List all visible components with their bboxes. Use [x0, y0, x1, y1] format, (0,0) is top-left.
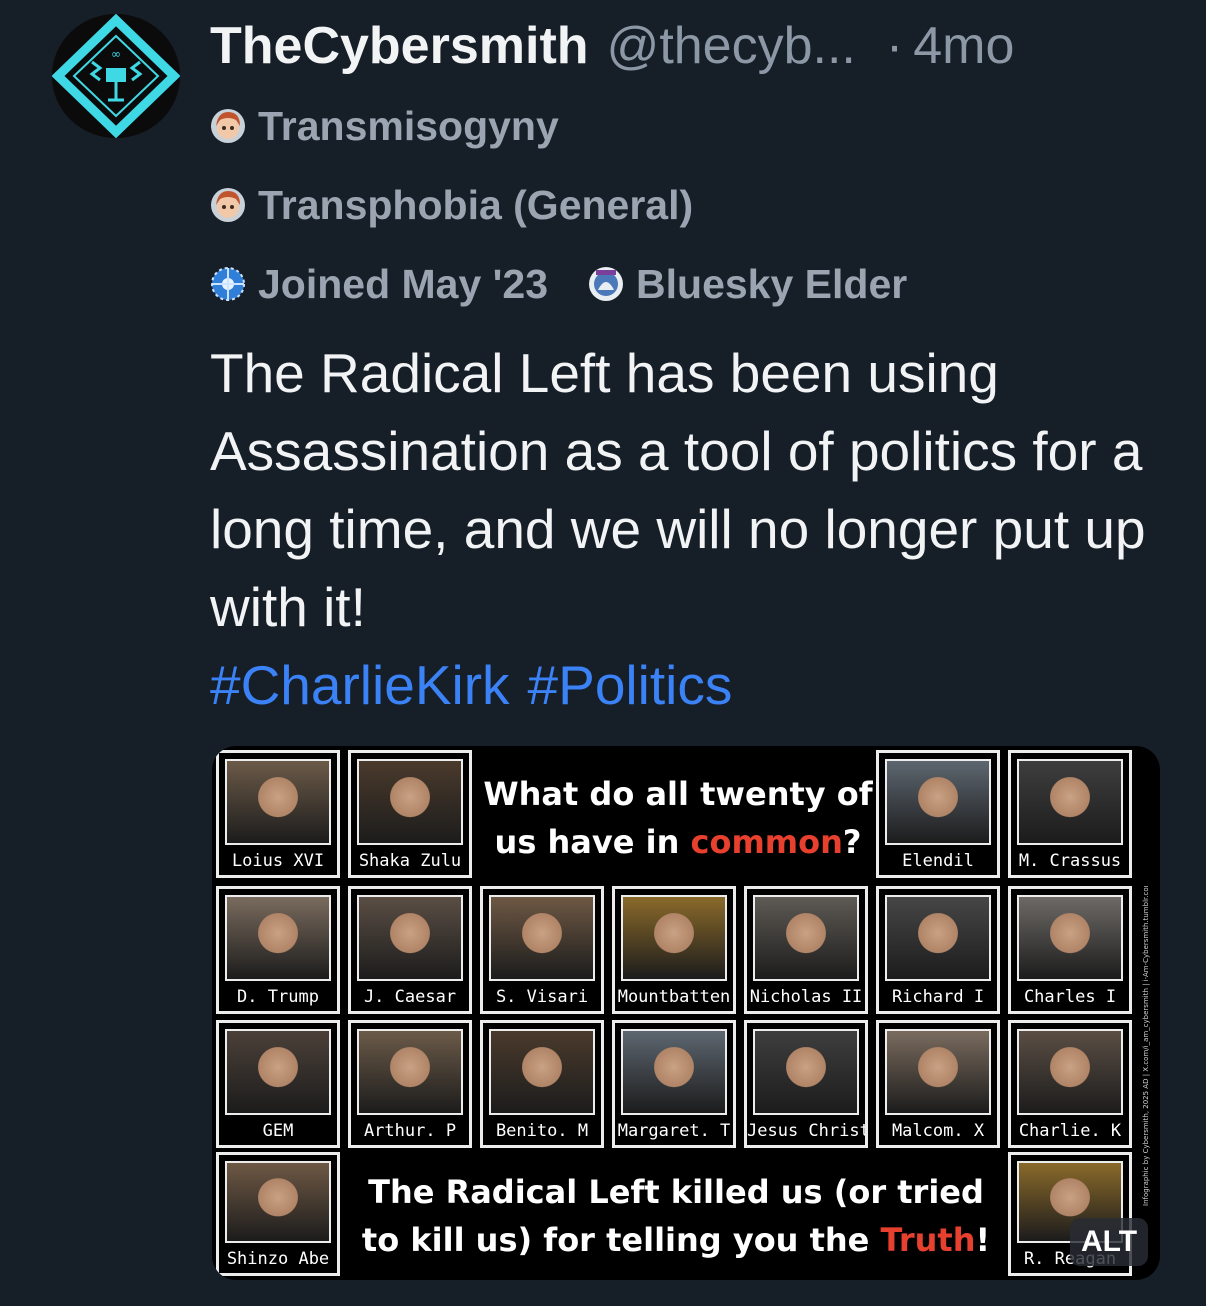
anime-avatar-icon: [211, 109, 245, 143]
portrait-tile: D. Trump: [216, 886, 340, 1014]
post-text: The Radical Left has been using Assassin…: [210, 334, 1170, 724]
portrait-caption: Jesus Christ: [747, 1121, 865, 1141]
portrait-tile: Mountbatten: [612, 886, 736, 1014]
portrait-photo: [621, 1029, 727, 1115]
portrait-tile: S. Visari: [480, 886, 604, 1014]
label-transphobia[interactable]: Transphobia (General): [210, 181, 693, 229]
portrait-tile: J. Caesar: [348, 886, 472, 1014]
elder-badge-icon: [589, 267, 624, 301]
portrait-caption: Benito. M: [495, 1121, 589, 1141]
svg-text:∞: ∞: [111, 47, 121, 61]
portrait-photo: [225, 1029, 331, 1115]
portrait-tile: Charlie. K: [1008, 1020, 1132, 1148]
portrait-tile: Shinzo Abe: [216, 1152, 340, 1276]
portrait-caption: D. Trump: [237, 987, 319, 1007]
image-headline: What do all twenty of us have in common?: [483, 775, 873, 861]
globe-badge-icon: [211, 267, 245, 301]
portrait-photo: [621, 895, 727, 981]
portrait-tile: GEM: [216, 1020, 340, 1148]
portrait-photo: [753, 1029, 859, 1115]
hashtag-charliekirk[interactable]: #CharlieKirk: [210, 654, 510, 716]
portrait-tile: Margaret. T: [612, 1020, 736, 1148]
label-transmisogyny[interactable]: Transmisogyny: [210, 102, 559, 150]
portrait-caption: Loius XVI: [231, 851, 325, 871]
portrait-caption: Charles I: [1023, 987, 1117, 1007]
portrait-photo: [753, 895, 859, 981]
anime-avatar-icon: [211, 188, 245, 222]
portrait-tile: Loius XVI: [216, 750, 340, 878]
portrait-tile: Nicholas II: [744, 886, 868, 1014]
portrait-caption: Arthur. P: [363, 1121, 457, 1141]
portrait-tile: Malcom. X: [876, 1020, 1000, 1148]
portrait-tile: Charles I: [1008, 886, 1132, 1014]
portrait-caption: Shaka Zulu: [358, 851, 462, 871]
alt-badge[interactable]: ALT: [1070, 1218, 1148, 1266]
hashtags: #CharlieKirk #Politics: [210, 646, 1170, 724]
portrait-caption: Shinzo Abe: [226, 1249, 330, 1269]
badge-joined[interactable]: Joined May '23: [258, 261, 548, 308]
hashtag-politics[interactable]: #Politics: [528, 654, 733, 716]
portrait-caption: Nicholas II: [749, 987, 863, 1007]
portrait-caption: Malcom. X: [891, 1121, 985, 1141]
portrait-tile: Shaka Zulu: [348, 750, 472, 878]
post-image[interactable]: R. ReaganShinzo AbeCharlie. KMalcom. XJe…: [212, 746, 1160, 1280]
avatar-logo-icon: ∞: [52, 14, 180, 138]
badge-row: Joined May '23 Bluesky Elder: [210, 260, 907, 308]
post-text-body: The Radical Left has been using Assassin…: [210, 342, 1146, 638]
portrait-photo: [357, 895, 463, 981]
portrait-tile: Richard I: [876, 886, 1000, 1014]
portrait-tile: Benito. M: [480, 1020, 604, 1148]
post-header: TheCybersmith @thecyb... · 4mo: [210, 14, 1014, 78]
badge-elder[interactable]: Bluesky Elder: [636, 261, 907, 308]
portrait-photo: [357, 1029, 463, 1115]
portrait-caption: Mountbatten: [617, 987, 731, 1007]
portrait-caption: GEM: [262, 1121, 294, 1141]
portrait-tile: Arthur. P: [348, 1020, 472, 1148]
portrait-photo: [885, 759, 991, 845]
portrait-photo: [225, 1161, 331, 1243]
portrait-photo: [1017, 1029, 1123, 1115]
portrait-photo: [489, 1029, 595, 1115]
handle[interactable]: @thecyb...: [607, 14, 856, 78]
portrait-photo: [357, 759, 463, 845]
label-text: Transmisogyny: [258, 102, 559, 149]
image-credit: Infographic by Cybersmith, 2025 AD | X.c…: [1142, 886, 1150, 1206]
portrait-caption: Charlie. K: [1018, 1121, 1122, 1141]
portrait-tile: M. Crassus: [1008, 750, 1132, 878]
portrait-photo: [225, 759, 331, 845]
portrait-caption: Margaret. T: [617, 1121, 731, 1141]
portrait-photo: [225, 895, 331, 981]
portrait-caption: Richard I: [891, 987, 985, 1007]
portrait-photo: [885, 895, 991, 981]
post-time[interactable]: 4mo: [913, 14, 1014, 78]
portrait-tile: Elendil: [876, 750, 1000, 878]
avatar[interactable]: ∞: [52, 14, 180, 138]
portrait-caption: J. Caesar: [363, 987, 457, 1007]
portrait-tile: Jesus Christ: [744, 1020, 868, 1148]
portrait-caption: S. Visari: [495, 987, 589, 1007]
image-footer-text: The Radical Left killed us (or tried to …: [361, 1173, 991, 1259]
display-name[interactable]: TheCybersmith: [210, 14, 589, 78]
portrait-caption: Elendil: [902, 851, 974, 871]
separator-dot: ·: [885, 17, 904, 75]
label-text: Transphobia (General): [258, 181, 694, 228]
portrait-photo: [1017, 759, 1123, 845]
portrait-photo: [489, 895, 595, 981]
portrait-photo: [1017, 895, 1123, 981]
portrait-caption: M. Crassus: [1018, 851, 1122, 871]
portrait-photo: [885, 1029, 991, 1115]
